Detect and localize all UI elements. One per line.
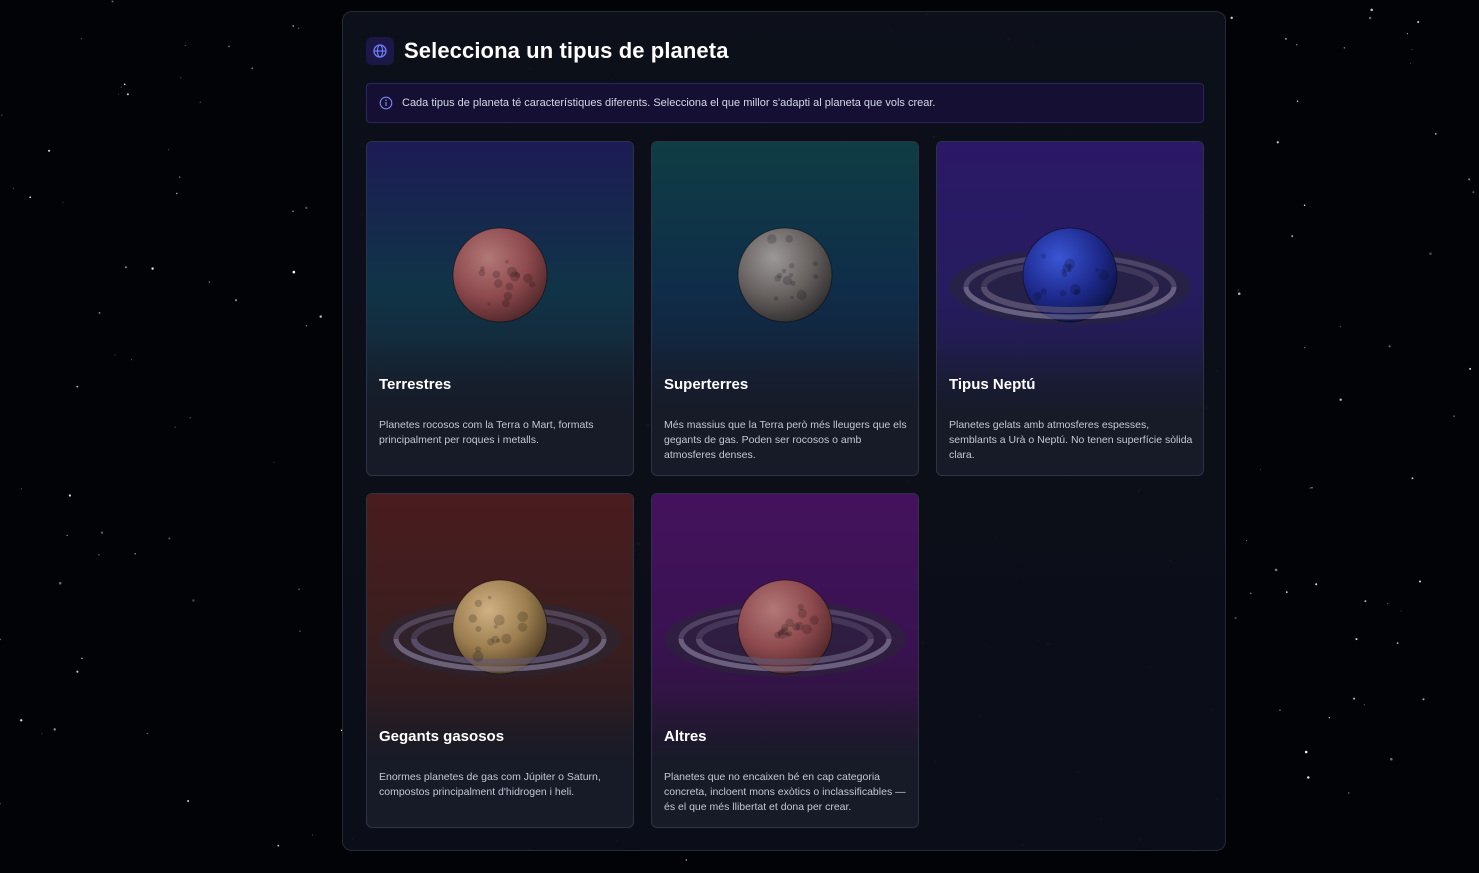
header: Selecciona un tipus de planeta (366, 36, 729, 66)
card-description: Planetes que no encaixen bé en cap categ… (664, 771, 906, 813)
planet-type-card-tipus-neptu[interactable]: Tipus Neptú Planetes gelats amb atmosfer… (936, 141, 1204, 476)
info-icon (379, 96, 393, 110)
planet-type-panel: Selecciona un tipus de planeta Cada tipu… (342, 11, 1226, 851)
planet-type-card-superterres[interactable]: Superterres Més massius que la Terra per… (651, 141, 919, 476)
card-title: Gegants gasosos (379, 728, 505, 745)
planet-type-card-altres[interactable]: Altres Planetes que no encaixen bé en ca… (651, 493, 919, 828)
card-title: Altres (664, 728, 707, 745)
planet-preview (652, 494, 918, 760)
planet-type-card-terrestres[interactable]: Terrestres Planetes rocosos com la Terra… (366, 141, 634, 476)
card-description: Més massius que la Terra però més lleuge… (664, 419, 907, 461)
planet-preview (937, 142, 1203, 408)
planet-illustration (367, 494, 633, 760)
planet-type-card-gegants-gasosos[interactable]: Gegants gasosos Enormes planetes de gas … (366, 493, 634, 828)
planet-illustration (652, 494, 918, 760)
planet-preview (652, 142, 918, 408)
globe-icon (366, 37, 394, 65)
card-description: Planetes rocosos com la Terra o Mart, fo… (379, 419, 594, 446)
planet-illustration (937, 142, 1203, 408)
card-description: Enormes planetes de gas com Júpiter o Sa… (379, 771, 601, 798)
info-banner: Cada tipus de planeta té característique… (366, 83, 1204, 123)
card-title: Terrestres (379, 376, 452, 393)
planet-illustration (367, 142, 633, 408)
planet-illustration (652, 142, 918, 408)
card-title: Tipus Neptú (949, 376, 1036, 393)
page-title: Selecciona un tipus de planeta (404, 38, 729, 63)
planet-preview (367, 142, 633, 408)
card-description: Planetes gelats amb atmosferes espesses,… (949, 419, 1193, 461)
planet-preview (367, 494, 633, 760)
info-text: Cada tipus de planeta té característique… (402, 97, 936, 109)
card-title: Superterres (664, 376, 749, 393)
